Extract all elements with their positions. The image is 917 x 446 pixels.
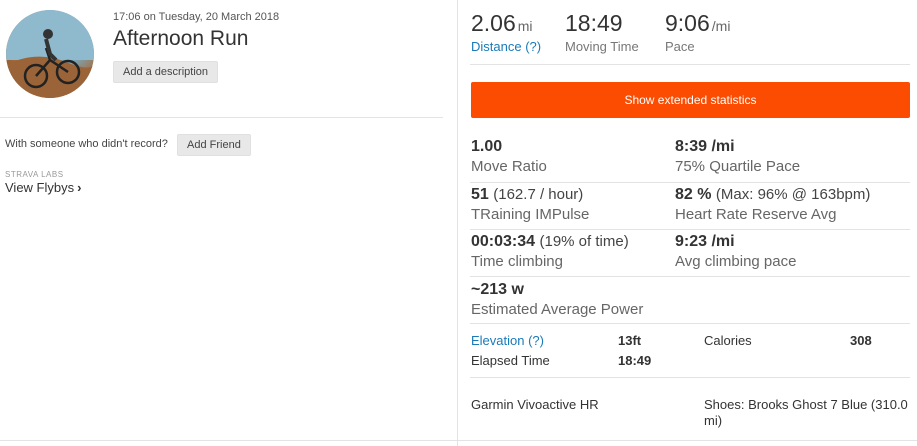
elevation-value: 13ft — [618, 333, 642, 348]
move-ratio-label: Move Ratio — [471, 158, 547, 175]
someone-prompt: With someone who didn't record? — [5, 138, 168, 150]
chevron-right-icon: › — [77, 180, 82, 195]
time-climbing-label: Time climbing — [471, 253, 563, 270]
activity-title: Afternoon Run — [113, 27, 249, 50]
elapsed-time-value: 18:49 — [618, 353, 652, 368]
climbing-pace-stat: 9:23 /mi Avg climbing pace — [675, 233, 796, 270]
training-impulse-label: TRaining IMPulse — [471, 206, 590, 223]
distance-stat: 2.06 mi Distance (?) — [471, 10, 541, 54]
quartile-pace-value: 8:39 /mi — [675, 138, 735, 155]
activity-datetime: 17:06 on Tuesday, 20 March 2018 — [113, 11, 280, 23]
power-stat: ~213 w Estimated Average Power — [471, 281, 643, 318]
pace-label: Pace — [665, 39, 695, 54]
hrr-label: Heart Rate Reserve Avg — [675, 206, 837, 223]
add-description-button[interactable]: Add a description — [113, 61, 218, 83]
quartile-pace-label: 75% Quartile Pace — [675, 158, 801, 175]
pace-stat: 9:06/mi Pace — [665, 10, 730, 54]
stats-panel: 2.06 mi Distance (?) 18:49 Moving Time 9:… — [470, 0, 910, 446]
shoes-info[interactable]: Shoes: Brooks Ghost 7 Blue (310.0 mi) — [704, 397, 910, 429]
hrr-stat: 82 % (Max: 96% @ 163bpm) Heart Rate Rese… — [675, 186, 870, 223]
power-value: ~213 w — [471, 281, 524, 298]
pace-value: 9:06 — [665, 10, 710, 36]
training-impulse-rate: (162.7 / hour) — [493, 186, 584, 203]
divider — [0, 117, 443, 118]
strava-labs-label: STRAVA LABS — [5, 170, 64, 179]
time-climbing-value: 00:03:34 — [471, 233, 536, 250]
hrr-max: (Max: 96% @ 163bpm) — [715, 186, 871, 203]
divider — [0, 440, 917, 441]
moving-time-label: Moving Time — [565, 39, 639, 54]
cyclist-photo-icon — [6, 10, 94, 98]
move-ratio-value: 1.00 — [471, 138, 503, 155]
device-name: Garmin Vivoactive HR — [471, 397, 599, 412]
divider — [470, 276, 910, 277]
moving-time-value: 18:49 — [565, 10, 623, 36]
divider — [470, 64, 910, 65]
moving-time-stat: 18:49 Moving Time — [565, 10, 639, 54]
time-climbing-stat: 00:03:34 (19% of time) Time climbing — [471, 233, 629, 270]
view-flybys-link[interactable]: View Flybys › — [5, 180, 81, 195]
divider — [470, 377, 910, 378]
pace-unit: /mi — [711, 18, 731, 34]
power-label: Estimated Average Power — [471, 301, 644, 318]
quartile-pace-stat: 8:39 /mi 75% Quartile Pace — [675, 138, 800, 175]
hrr-value: 82 % — [675, 186, 712, 203]
vertical-divider — [457, 0, 458, 446]
athlete-avatar[interactable] — [6, 10, 94, 98]
time-climbing-percent: (19% of time) — [539, 233, 629, 250]
training-impulse-stat: 51 (162.7 / hour) TRaining IMPulse — [471, 186, 589, 223]
distance-value: 2.06 — [471, 10, 516, 36]
move-ratio-stat: 1.00 Move Ratio — [471, 138, 547, 175]
add-friend-button[interactable]: Add Friend — [177, 134, 251, 156]
climbing-pace-value: 9:23 /mi — [675, 233, 735, 250]
calories-label: Calories — [704, 333, 752, 348]
divider — [470, 229, 910, 230]
elevation-help-link[interactable]: Elevation (?) — [471, 333, 544, 348]
training-impulse-value: 51 — [471, 186, 489, 203]
elapsed-time-label: Elapsed Time — [471, 353, 550, 368]
show-extended-statistics-button[interactable]: Show extended statistics — [471, 82, 910, 118]
activity-header-panel: 17:06 on Tuesday, 20 March 2018 Afternoo… — [0, 0, 445, 446]
distance-help-link[interactable]: Distance (?) — [471, 39, 541, 54]
distance-unit: mi — [517, 18, 533, 34]
divider — [470, 323, 910, 324]
divider — [470, 182, 910, 183]
climbing-pace-label: Avg climbing pace — [675, 253, 797, 270]
calories-value: 308 — [850, 333, 872, 348]
view-flybys-label: View Flybys — [5, 180, 75, 195]
